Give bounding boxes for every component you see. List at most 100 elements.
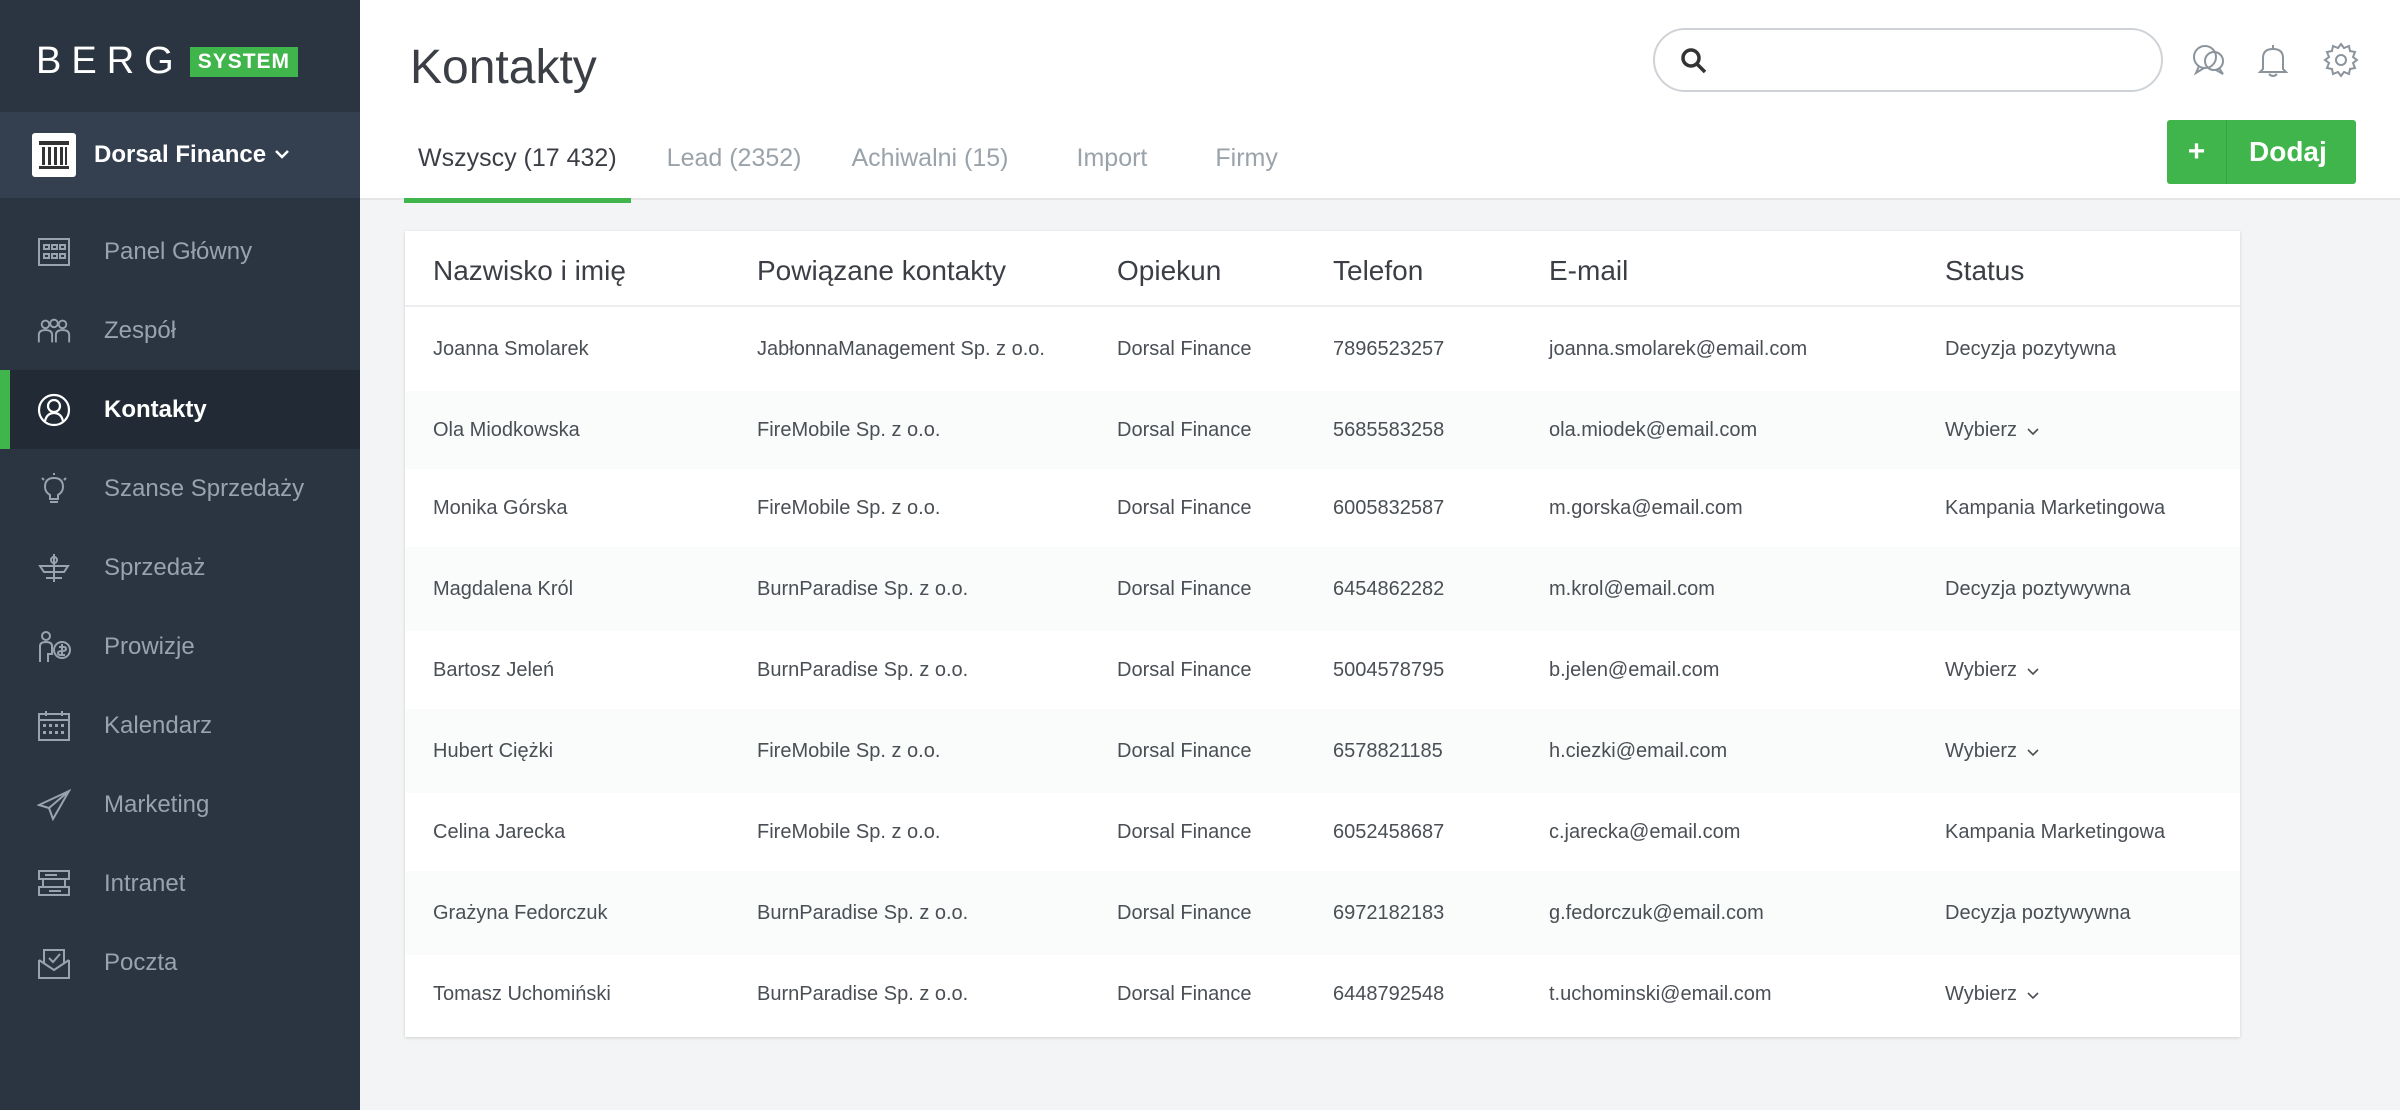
cell-owner: Dorsal Finance (1117, 658, 1252, 681)
search-box[interactable] (1653, 28, 2163, 92)
brand-tag: SYSTEM (189, 46, 299, 77)
sidebar-item-intranet[interactable]: Intranet (0, 844, 360, 923)
cell-related-contacts: FireMobile Sp. z o.o. (757, 739, 941, 762)
calendar-icon (36, 708, 72, 744)
brand-word: BERG (36, 40, 184, 82)
status-select[interactable]: Wybierz (1945, 391, 2039, 469)
table-row[interactable]: Grażyna Fedorczuk BurnParadise Sp. z o.o.… (405, 871, 2240, 955)
sidebar-item-kontakty[interactable]: Kontakty (0, 370, 360, 449)
table-row[interactable]: Tomasz Uchomiński BurnParadise Sp. z o.o.… (405, 955, 2240, 1033)
tab-lead[interactable]: Lead (2352) (653, 130, 816, 202)
chevron-down-icon (2027, 659, 2039, 682)
tabs: Wszyscy (17 432) Lead (2352) Achiwalni (… (404, 130, 1314, 203)
sidebar-item-label: Poczta (104, 948, 178, 976)
cell-owner: Dorsal Finance (1117, 337, 1252, 360)
search-icon (1679, 46, 1709, 81)
cell-related-contacts: FireMobile Sp. z o.o. (757, 418, 941, 441)
cell-email: ola.miodek@email.com (1549, 418, 1758, 441)
chevron-down-icon (2027, 983, 2039, 1006)
cell-phone: 5685583258 (1333, 418, 1445, 441)
sidebar-item-label: Szanse Sprzedaży (104, 474, 305, 502)
sidebar-item-zespol[interactable]: Zespół (0, 291, 360, 370)
cell-owner: Dorsal Finance (1117, 901, 1252, 924)
gear-icon[interactable] (2321, 40, 2361, 80)
chevron-down-icon (2027, 740, 2039, 763)
dashboard-icon (36, 234, 72, 270)
column-header-owner[interactable]: Opiekun (1117, 255, 1221, 287)
sidebar-item-label: Intranet (104, 869, 186, 897)
cell-name: Tomasz Uchomiński (433, 982, 611, 1005)
sidebar-item-sprzedaz[interactable]: Sprzedaż (0, 528, 360, 607)
plus-icon: + (2167, 120, 2227, 184)
status-select[interactable]: Wybierz (1945, 955, 2039, 1033)
page-title: Kontakty (410, 41, 597, 94)
cell-related-contacts: BurnParadise Sp. z o.o. (757, 658, 969, 681)
tab-import[interactable]: Import (1063, 130, 1162, 202)
sidebar-item-label: Zespół (104, 316, 177, 344)
cell-owner: Dorsal Finance (1117, 982, 1252, 1005)
table-row[interactable]: Magdalena Król BurnParadise Sp. z o.o. Dor… (405, 547, 2240, 631)
tab-wszyscy[interactable]: Wszyscy (17 432) (404, 130, 631, 203)
cell-email: joanna.smolarek@email.com (1549, 337, 1808, 360)
cell-phone: 6578821185 (1333, 739, 1443, 762)
cell-phone: 7896523257 (1333, 337, 1445, 360)
cell-phone: 6454862282 (1333, 577, 1445, 600)
cell-owner: Dorsal Finance (1117, 820, 1252, 843)
column-header-related[interactable]: Powiązane kontakty (757, 255, 1006, 287)
cell-owner: Dorsal Finance (1117, 418, 1252, 441)
sidebar-item-prowizje[interactable]: Prowizje (0, 607, 360, 686)
cell-related-contacts: JabłonnaManagement Sp. z o.o. (757, 337, 1045, 360)
cell-phone: 6005832587 (1333, 496, 1445, 519)
mail-icon (36, 945, 72, 981)
cell-status: Kampania Marketingowa (1945, 496, 2166, 519)
sidebar-item-marketing[interactable]: Marketing (0, 765, 360, 844)
table-row[interactable]: Hubert Ciężki FireMobile Sp. z o.o. Dorsal… (405, 709, 2240, 793)
contacts-icon (36, 392, 72, 428)
status-select-label: Wybierz (1945, 658, 2018, 681)
cell-name: Joanna Smolarek (433, 337, 589, 360)
cell-email: m.gorska@email.com (1549, 496, 1743, 519)
cell-phone: 6052458687 (1333, 820, 1445, 843)
org-switcher[interactable]: Dorsal Finance (0, 112, 360, 198)
sidebar-item-szanse-sprzedazy[interactable]: Szanse Sprzedaży (0, 449, 360, 528)
cell-name: Magdalena Król (433, 577, 574, 600)
chat-icon[interactable] (2189, 40, 2229, 80)
table-row[interactable]: Ola Miodkowska FireMobile Sp. z o.o. Dorsa… (405, 391, 2240, 469)
cell-phone: 5004578795 (1333, 658, 1445, 681)
column-header-phone[interactable]: Telefon (1333, 255, 1423, 287)
table-row[interactable]: Monika Górska FireMobile Sp. z o.o. Dorsal… (405, 469, 2240, 547)
chevron-down-icon (2027, 419, 2039, 442)
search-input[interactable] (1721, 42, 2141, 78)
column-header-status[interactable]: Status (1945, 255, 2024, 287)
status-select[interactable]: Wybierz (1945, 631, 2039, 709)
column-header-name[interactable]: Nazwisko i imię (433, 255, 626, 287)
intranet-icon (36, 866, 72, 902)
table-row[interactable]: Joanna Smolarek JabłonnaManagement Sp. z … (405, 307, 2240, 391)
status-select-label: Wybierz (1945, 739, 2018, 762)
cell-name: Ola Miodkowska (433, 418, 580, 441)
status-select-label: Wybierz (1945, 982, 2018, 1005)
team-icon (36, 313, 72, 349)
sidebar-item-poczta[interactable]: Poczta (0, 923, 360, 1002)
sidebar-item-panel-glowny[interactable]: Panel Główny (0, 212, 360, 291)
sidebar-item-kalendarz[interactable]: Kalendarz (0, 686, 360, 765)
column-header-email[interactable]: E-mail (1549, 255, 1628, 287)
brand-logo[interactable]: BERG SYSTEM (36, 40, 299, 83)
cell-name: Monika Górska (433, 496, 568, 519)
add-contact-button[interactable]: + Dodaj (2167, 120, 2356, 184)
commission-icon (36, 629, 72, 665)
sidebar-item-label: Prowizje (104, 632, 195, 660)
bell-icon[interactable] (2253, 40, 2293, 80)
table-row[interactable]: Bartosz Jeleń BurnParadise Sp. z o.o. Dors… (405, 631, 2240, 709)
cell-owner: Dorsal Finance (1117, 577, 1252, 600)
cell-related-contacts: FireMobile Sp. z o.o. (757, 820, 941, 843)
table-row[interactable]: Celina Jarecka FireMobile Sp. z o.o. Dorsa… (405, 793, 2240, 871)
sidebar-item-label: Kalendarz (104, 711, 213, 739)
status-select[interactable]: Wybierz (1945, 709, 2039, 793)
cell-email: g.fedorczuk@email.com (1549, 901, 1764, 924)
cell-related-contacts: BurnParadise Sp. z o.o. (757, 901, 969, 924)
tab-firmy[interactable]: Firmy (1201, 130, 1291, 202)
tab-achiwalni[interactable]: Achiwalni (15) (838, 130, 1023, 202)
cell-name: Grażyna Fedorczuk (433, 901, 608, 924)
add-button-label: Dodaj (2249, 136, 2327, 167)
